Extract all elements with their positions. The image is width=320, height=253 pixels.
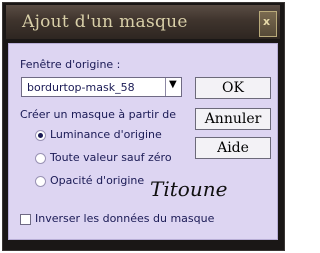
radio-opacity-label[interactable]: Opacité d'origine [50, 174, 144, 187]
radio-luminance[interactable] [35, 130, 46, 141]
source-window-select[interactable]: bordurtop-mask_58 ▼ [21, 77, 182, 97]
help-button[interactable]: Aide [195, 137, 271, 159]
cancel-button[interactable]: Annuler [195, 108, 271, 130]
radio-luminance-label[interactable]: Luminance d'origine [50, 128, 162, 141]
chevron-down-icon: ▼ [169, 79, 177, 90]
close-icon: x [263, 15, 271, 28]
source-window-label: Fenêtre d'origine : [20, 58, 121, 71]
invert-mask-checkbox[interactable] [20, 214, 31, 225]
invert-mask-label[interactable]: Inverser les données du masque [35, 212, 214, 225]
close-button[interactable]: x [259, 11, 277, 37]
dialog-title: Ajout d'un masque [22, 12, 188, 32]
radio-nonzero-label[interactable]: Toute valeur sauf zéro [50, 151, 172, 164]
title-bar: Ajout d'un masque x [6, 5, 280, 39]
create-mask-group-label: Créer un masque à partir de [20, 108, 176, 121]
source-window-value: bordurtop-mask_58 [27, 81, 135, 94]
dialog-body: Fenêtre d'origine : bordurtop-mask_58 ▼ … [8, 43, 278, 240]
watermark-signature: Titoune [150, 177, 228, 201]
dropdown-button[interactable]: ▼ [165, 78, 181, 96]
ok-button[interactable]: OK [195, 77, 271, 99]
radio-opacity[interactable] [35, 176, 46, 187]
radio-nonzero[interactable] [35, 153, 46, 164]
screenshot-frame: Ajout d'un masque x Fenêtre d'origine : … [0, 0, 289, 253]
